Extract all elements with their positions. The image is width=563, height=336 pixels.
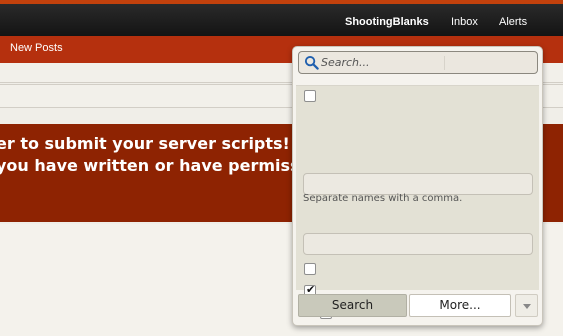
search-placeholder: Search... <box>321 56 370 69</box>
posted-by-field[interactable] <box>303 173 533 195</box>
search-dropdown-panel: Search... Separate names with a comma. ✔… <box>292 46 543 326</box>
newer-than-field[interactable] <box>303 233 533 255</box>
alerts-link[interactable]: Alerts <box>499 16 527 28</box>
banner-line-2: you have written or have permission <box>0 156 328 175</box>
search-button[interactable]: Search <box>298 294 407 317</box>
option-checkbox-1[interactable] <box>304 263 316 275</box>
search-input[interactable]: Search... <box>298 51 538 74</box>
inbox-link[interactable]: Inbox <box>451 16 478 28</box>
chevron-down-icon <box>523 304 531 309</box>
search-divider <box>444 56 445 70</box>
new-posts-link[interactable]: New Posts <box>10 42 63 54</box>
more-options-button[interactable]: More... <box>409 294 511 317</box>
posted-by-hint: Separate names with a comma. <box>303 193 463 204</box>
username-link[interactable]: ShootingBlanks <box>345 16 429 28</box>
top-navigation-bar: ShootingBlanks Inbox Alerts <box>0 0 563 36</box>
search-options: Separate names with a comma. ✔ <box>296 85 539 319</box>
search-icon <box>304 55 319 70</box>
search-titles-checkbox[interactable] <box>304 90 316 102</box>
dropdown-toggle-button[interactable] <box>515 294 538 317</box>
